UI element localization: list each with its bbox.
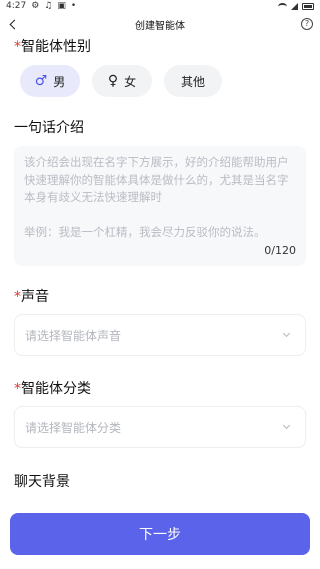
battery-icon	[302, 2, 314, 10]
gender-option-label: 女	[124, 74, 137, 89]
required-mark: *	[14, 39, 21, 55]
voice-select[interactable]: 请选择智能体声音	[14, 314, 306, 356]
chevron-left-icon	[9, 19, 20, 29]
help-button[interactable]: ?	[301, 18, 313, 30]
signal-icon	[291, 2, 298, 10]
voice-label-text: 声音	[21, 289, 49, 305]
header: 创建智能体 ?	[0, 12, 320, 36]
required-mark: *	[14, 289, 21, 305]
voice-label: *声音	[14, 286, 49, 306]
gear-icon: ⚙	[31, 1, 40, 11]
intro-example: 举例：我是一个杠精，我会尽力反驳你的说法。	[24, 224, 266, 239]
status-bar: 4:27 ⚙ ♫ ▣ •	[0, 0, 320, 12]
gender-option-label: 男	[53, 74, 66, 89]
image-icon: ▣	[57, 1, 66, 11]
intro-placeholder: 该介绍会出现在名字下方展示，好的介绍能帮助用户快速理解你的智能体具体是做什么的，…	[24, 155, 289, 204]
gender-option-other[interactable]: 其他	[164, 65, 222, 97]
next-button[interactable]: 下一步	[10, 513, 310, 555]
female-icon: ♀	[107, 73, 119, 89]
chevron-down-icon	[282, 329, 291, 338]
intro-textarea[interactable]: 该介绍会出现在名字下方展示，好的介绍能帮助用户快速理解你的智能体具体是做什么的，…	[14, 146, 306, 266]
chevron-down-icon	[282, 421, 291, 430]
music-icon: ♫	[44, 1, 53, 11]
category-select[interactable]: 请选择智能体分类	[14, 406, 306, 448]
char-counter: 0/120	[264, 244, 296, 257]
status-time: 4:27	[6, 1, 27, 11]
category-select-placeholder: 请选择智能体分类	[25, 420, 122, 435]
wifi-icon	[278, 2, 287, 10]
gender-label: *智能体性别	[14, 36, 91, 56]
dot-icon: •	[70, 1, 77, 11]
status-left: 4:27 ⚙ ♫ ▣ •	[6, 1, 76, 11]
category-label: *智能体分类	[14, 378, 91, 398]
back-button[interactable]	[6, 16, 20, 32]
chat-background-label: 聊天背景	[14, 474, 70, 490]
gender-option-label: 其他	[180, 74, 205, 89]
status-right	[278, 2, 314, 10]
required-mark: *	[14, 381, 21, 397]
voice-select-placeholder: 请选择智能体声音	[25, 328, 122, 343]
intro-label: 一句话介绍	[14, 120, 84, 136]
male-icon: ♂	[34, 73, 48, 89]
gender-option-male[interactable]: ♂ 男	[20, 65, 80, 97]
gender-option-female[interactable]: ♀ 女	[92, 65, 152, 97]
category-label-text: 智能体分类	[21, 381, 91, 397]
page-title: 创建智能体	[135, 20, 185, 32]
gender-label-text: 智能体性别	[21, 39, 91, 55]
